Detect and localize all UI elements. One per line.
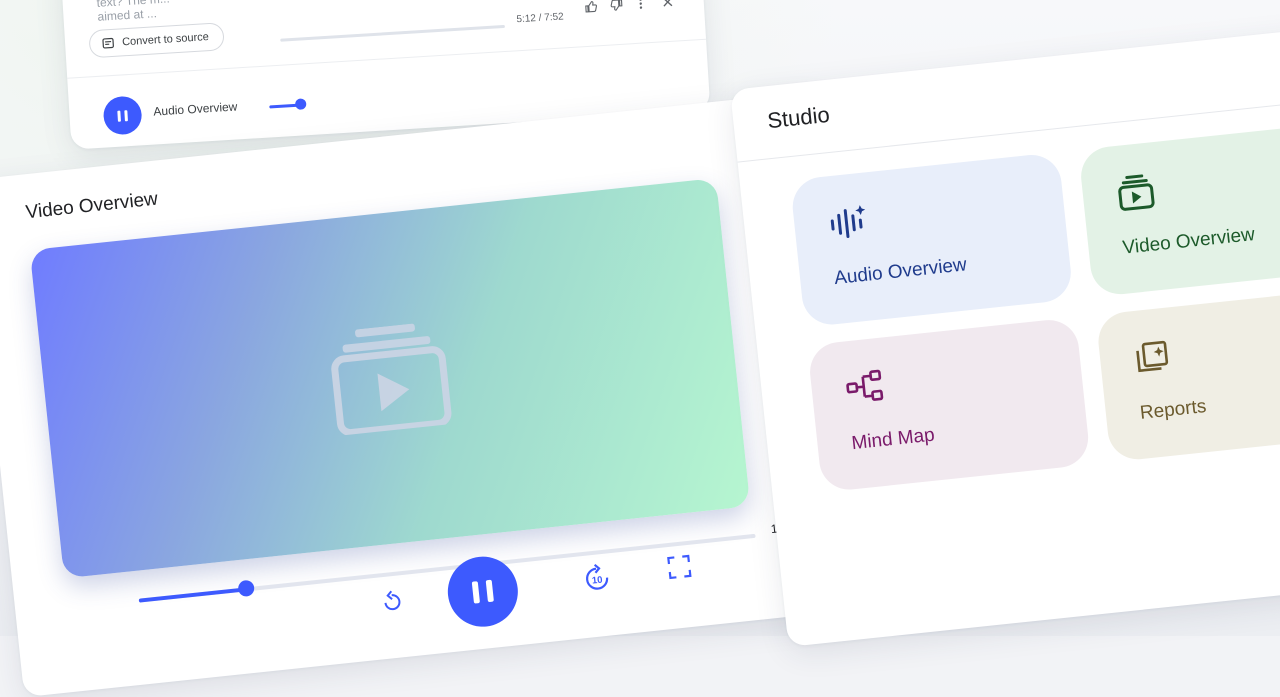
source-snippet: text? The m... aimed at ... [96, 0, 171, 24]
svg-text:10: 10 [591, 575, 603, 587]
transcript-progress-track[interactable] [280, 25, 505, 42]
studio-tile-reports[interactable]: Reports [1096, 287, 1280, 462]
tile-label-audio-overview: Audio Overview [833, 254, 968, 290]
note-icon [102, 37, 115, 50]
video-preview[interactable] [30, 178, 751, 578]
thumbs-down-icon[interactable] [609, 0, 624, 16]
video-stack-icon [325, 320, 455, 436]
thumbs-up-icon[interactable] [583, 0, 598, 17]
studio-title: Studio [766, 102, 831, 134]
audio-progress-knob[interactable] [295, 98, 307, 110]
studio-tile-audio-overview[interactable]: Audio Overview [790, 152, 1074, 327]
mind-map-icon [844, 367, 887, 405]
forward-10-icon[interactable]: 10 [580, 561, 615, 596]
fullscreen-icon[interactable] [665, 553, 694, 582]
audio-player-label: Audio Overview [153, 99, 238, 118]
video-progress-knob[interactable] [237, 580, 255, 598]
convert-label: Convert to source [122, 31, 209, 48]
convert-to-source-button[interactable]: Convert to source [88, 22, 224, 58]
studio-tile-video-overview[interactable]: Video Overview [1078, 122, 1280, 297]
tile-label-reports: Reports [1139, 396, 1207, 425]
tile-label-mind-map: Mind Map [851, 425, 936, 456]
video-overview-title: Video Overview [25, 189, 159, 225]
video-stack-icon [1115, 172, 1157, 212]
close-icon[interactable] [661, 0, 674, 11]
audio-waveform-icon [827, 202, 871, 244]
studio-panel: Studio Audio Overview Video Overview [730, 23, 1280, 647]
studio-tile-mind-map[interactable]: Mind Map [807, 317, 1091, 492]
more-options-icon[interactable] [637, 0, 644, 14]
reports-icon [1132, 337, 1174, 377]
rewind-icon[interactable] [379, 589, 405, 615]
tile-label-video-overview: Video Overview [1122, 224, 1256, 260]
audio-pause-button[interactable] [102, 95, 142, 135]
video-progress-fill [139, 587, 247, 602]
audio-time: 5:12 / 7:52 [516, 11, 564, 25]
snippet-line: aimed at ... [97, 5, 171, 23]
